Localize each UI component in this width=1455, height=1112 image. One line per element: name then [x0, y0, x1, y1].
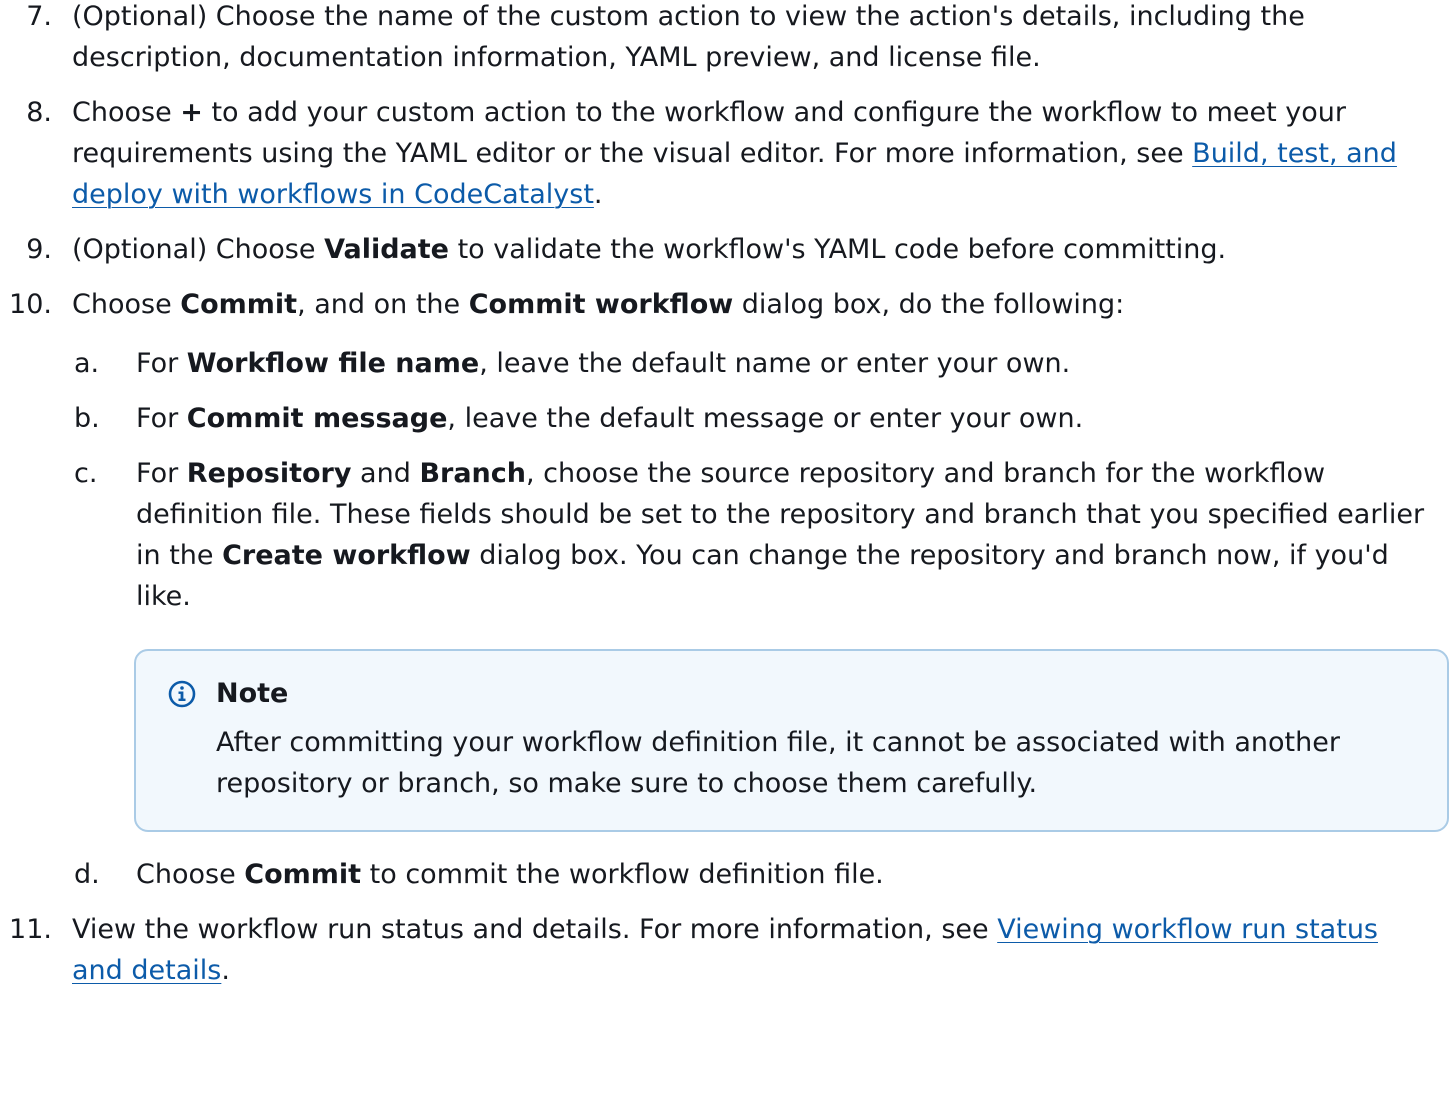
- text-run: dialog box, do the following:: [733, 289, 1125, 320]
- step-11: 11. View the workflow run status and det…: [0, 909, 1455, 991]
- text-run: to validate the workflow's YAML code bef…: [449, 234, 1227, 265]
- step-text: Choose Commit, and on the Commit workflo…: [72, 284, 1435, 325]
- text-run: For: [136, 348, 187, 379]
- bold-term: +: [180, 97, 203, 128]
- step-number: 10.: [9, 289, 52, 320]
- substep-letter: a.: [74, 348, 100, 379]
- substep-c: c. For Repository and Branch, choose the…: [0, 453, 1455, 617]
- step-10: 10. Choose Commit, and on the Commit wor…: [0, 284, 1455, 325]
- note-title: Note: [216, 678, 289, 709]
- text-run: For: [136, 458, 187, 489]
- text-run: (Optional) Choose: [72, 234, 325, 265]
- substep-letter: b.: [74, 403, 100, 434]
- note-body: After committing your workflow definitio…: [216, 727, 1340, 799]
- substep-d: d. Choose Commit to commit the workflow …: [0, 854, 1455, 895]
- text-run: Choose: [136, 859, 245, 890]
- substep-b: b. For Commit message, leave the default…: [0, 398, 1455, 439]
- text-run: For: [136, 403, 187, 434]
- bold-term: Commit message: [186, 403, 448, 434]
- step-text: View the workflow run status and details…: [72, 909, 1435, 991]
- substep-letter: d.: [74, 859, 100, 890]
- text-run: , and on the: [297, 289, 469, 320]
- text-run: to commit the workflow definition file.: [361, 859, 884, 890]
- bold-term: Commit workflow: [468, 289, 734, 320]
- text-run: Choose: [72, 289, 181, 320]
- substep-a: a. For Workflow file name, leave the def…: [0, 343, 1455, 384]
- text-run: .: [593, 179, 603, 210]
- info-circle-icon: [168, 680, 196, 708]
- bold-term: Validate: [324, 234, 449, 265]
- bold-term: Commit: [180, 289, 298, 320]
- text-run: .: [221, 955, 230, 986]
- substeps-list: a. For Workflow file name, leave the def…: [0, 343, 1455, 895]
- text-run: , leave the default message or enter you…: [447, 403, 1084, 434]
- bold-term: Commit: [244, 859, 362, 890]
- step-9: 9. (Optional) Choose Validate to validat…: [0, 229, 1455, 270]
- step-number: 9.: [26, 234, 52, 265]
- bold-term: Repository: [186, 458, 352, 489]
- text-run: and: [351, 458, 420, 489]
- step-text: (Optional) Choose Validate to validate t…: [72, 229, 1435, 270]
- step-8: 8. Choose + to add your custom action to…: [0, 92, 1455, 215]
- text-run: , leave the default name or enter your o…: [479, 348, 1071, 379]
- step-text: (Optional) Choose the name of the custom…: [72, 1, 1305, 73]
- substep-letter: c.: [74, 458, 98, 489]
- note-callout: Note After committing your workflow defi…: [134, 649, 1449, 832]
- step-text: Choose + to add your custom action to th…: [72, 92, 1435, 215]
- bold-term: Branch: [419, 458, 527, 489]
- document-body: 7. (Optional) Choose the name of the cus…: [0, 0, 1455, 1005]
- text-run: View the workflow run status and details…: [72, 914, 998, 945]
- step-number: 7.: [26, 1, 52, 32]
- step-number: 8.: [26, 97, 52, 128]
- step-number: 11.: [9, 914, 52, 945]
- bold-term: Workflow file name: [186, 348, 480, 379]
- bold-term: Create workflow: [222, 540, 471, 571]
- step-7: 7. (Optional) Choose the name of the cus…: [0, 0, 1455, 78]
- text-run: Choose: [72, 97, 181, 128]
- text-run: to add your custom action to the workflo…: [72, 97, 1347, 169]
